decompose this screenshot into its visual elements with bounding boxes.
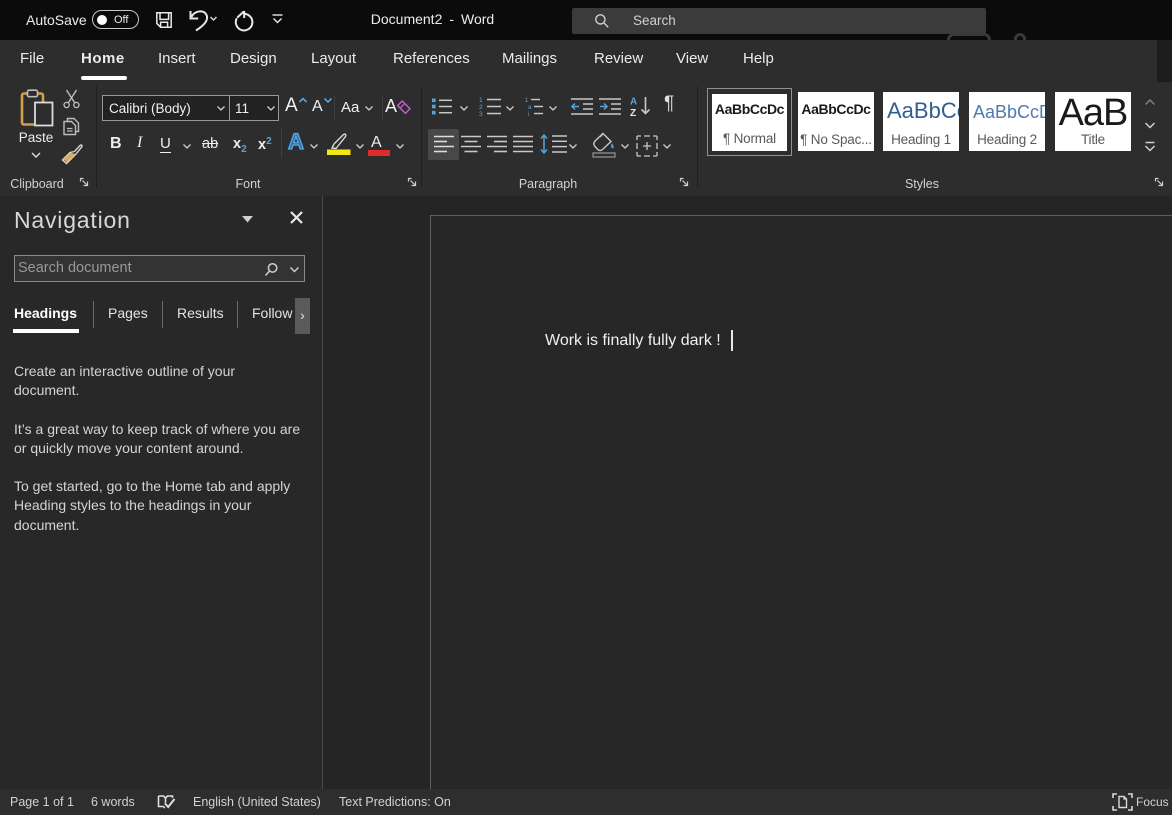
svg-text:3: 3 [479,111,483,116]
svg-text:2: 2 [479,104,483,111]
svg-text:1: 1 [525,98,529,104]
svg-text:Z: Z [630,108,636,118]
svg-text:A: A [630,97,637,108]
svg-text:1: 1 [479,97,483,104]
svg-text:i: i [528,112,529,116]
svg-text:a: a [528,105,532,111]
